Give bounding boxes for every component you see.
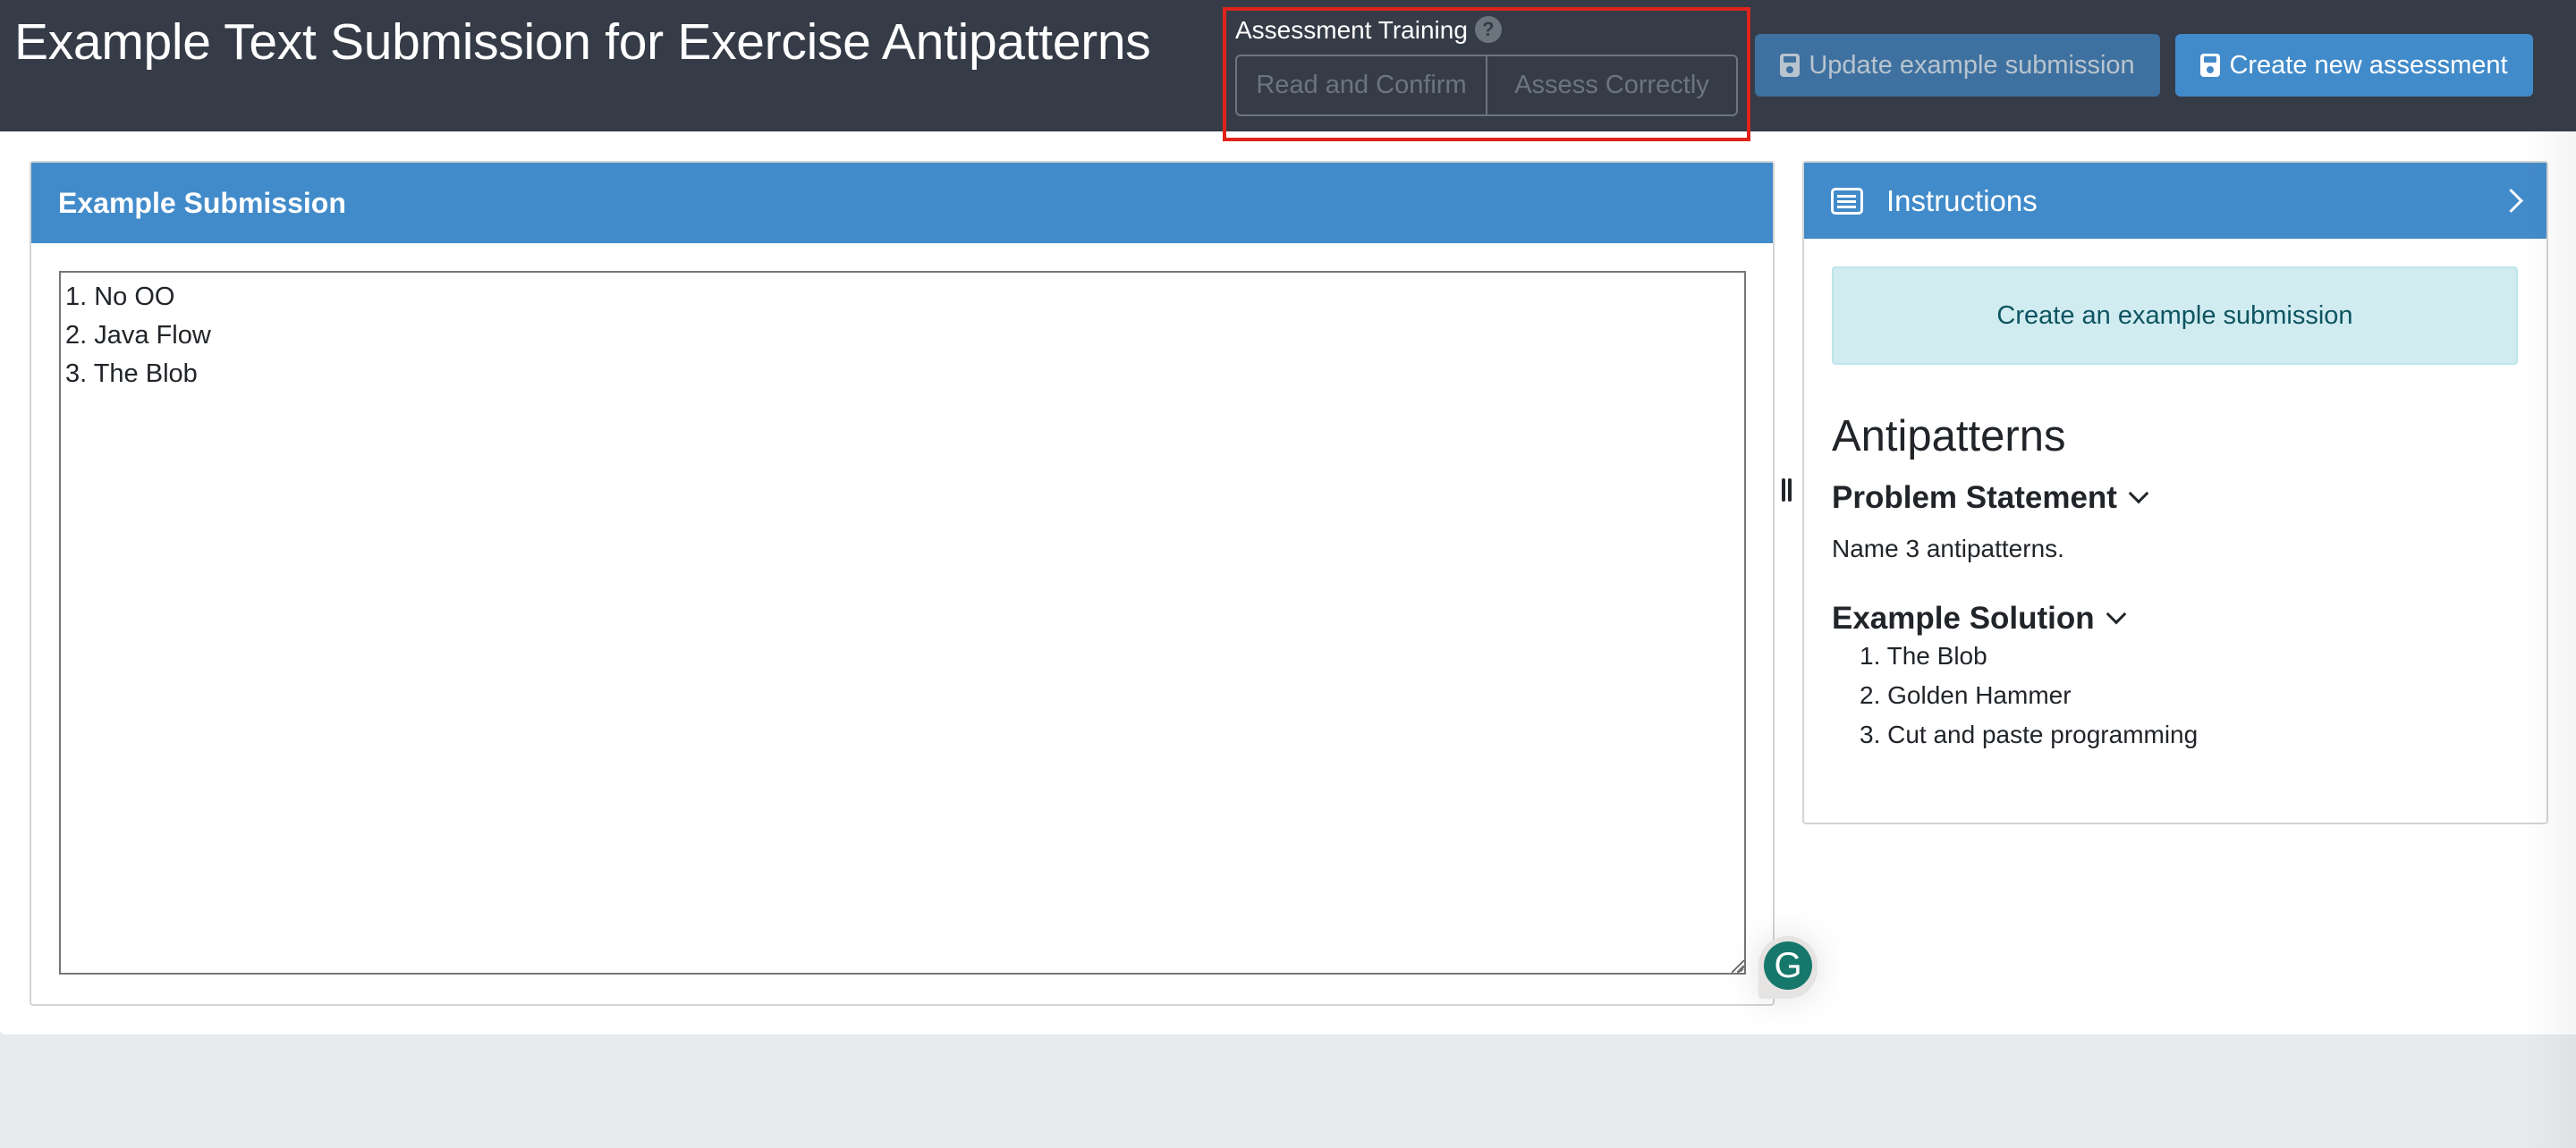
update-example-submission-button[interactable]: Update example submission xyxy=(1755,34,2160,97)
list-item: 2. Golden Hammer xyxy=(1860,681,2072,709)
instructions-title: Instructions xyxy=(1886,183,2038,217)
list-item: 3. Cut and paste programming xyxy=(1860,721,2199,748)
instructions-header[interactable]: Instructions xyxy=(1804,163,2546,239)
list-alt-icon xyxy=(1831,187,1863,215)
list-item: 1. The Blob xyxy=(1860,642,1987,670)
submission-textarea[interactable]: 1. No OO 2. Java Flow 3. The Blob xyxy=(59,271,1746,975)
page-title: Example Text Submission for Exercise Ant… xyxy=(14,13,1151,71)
chevron-down-icon xyxy=(2128,483,2149,504)
example-submission-card: Example Submission 1. No OO 2. Java Flow… xyxy=(30,161,1775,1006)
grammarly-button[interactable]: G xyxy=(1758,936,1818,999)
example-submission-title: Example Submission xyxy=(58,186,346,219)
example-solution-title: Example Solution xyxy=(1832,601,2095,636)
panel-resize-handle[interactable] xyxy=(1782,478,1794,505)
highlight-annotation-box xyxy=(1223,7,1750,141)
problem-statement-text: Name 3 antipatterns. xyxy=(1832,535,2064,562)
create-new-assessment-label: Create new assessment xyxy=(2229,50,2508,80)
instructions-card: Instructions Create an example submissio… xyxy=(1802,161,2548,824)
problem-statement-title: Problem Statement xyxy=(1832,480,2117,515)
chevron-down-icon xyxy=(2106,604,2126,625)
chevron-right-icon[interactable] xyxy=(2499,189,2523,213)
grammarly-icon: G xyxy=(1764,941,1812,990)
page-header: Example Text Submission for Exercise Ant… xyxy=(0,0,2576,141)
problem-statement-toggle[interactable]: Problem Statement xyxy=(1832,480,2149,516)
save-icon xyxy=(1780,54,1801,77)
save-icon xyxy=(2200,54,2221,77)
info-alert: Create an example submission xyxy=(1832,266,2518,365)
example-submission-header: Example Submission xyxy=(31,163,1773,243)
exercise-title: Antipatterns xyxy=(1832,412,2066,460)
textarea-resize-handle[interactable] xyxy=(1732,960,1744,973)
update-example-submission-label: Update example submission xyxy=(1809,50,2135,80)
create-new-assessment-button[interactable]: Create new assessment xyxy=(2175,34,2533,97)
example-solution-list: 1. The Blob 2. Golden Hammer 3. Cut and … xyxy=(1832,637,2198,755)
example-solution-toggle[interactable]: Example Solution xyxy=(1832,601,2126,637)
